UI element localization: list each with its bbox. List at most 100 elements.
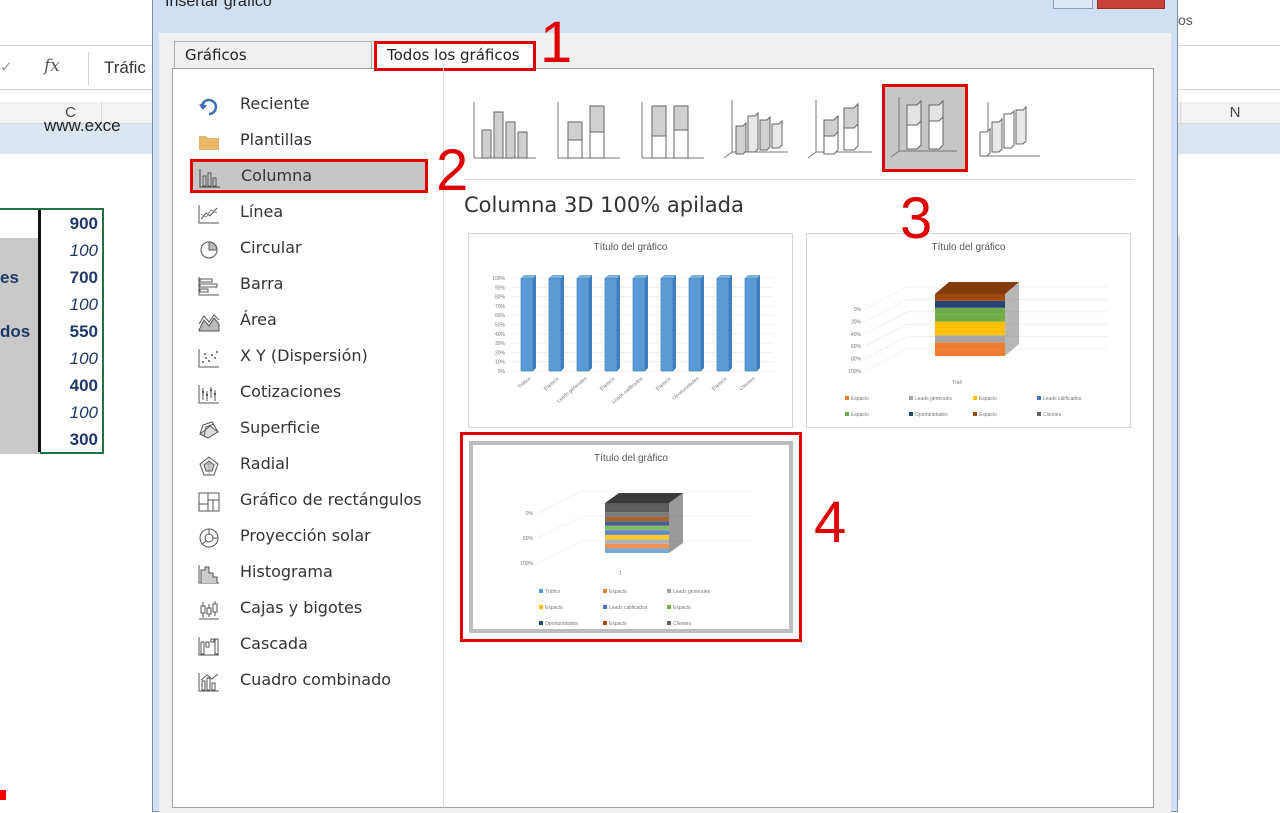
cell-value[interactable]: 550 [44,322,98,342]
histogram-chart-icon [198,565,219,584]
category-item-cascada[interactable]: Cascada [190,628,428,662]
3d-100-stacked-column-icon [890,97,957,158]
stack-segment [605,530,669,535]
legend-label: Oportunidades [915,412,948,418]
legend-label: Espacio [545,605,563,611]
legend-label: Espacio [979,412,997,418]
preview-chart-3[interactable]: Título del gráfico 100% 50% 0% 1 Tráfico Espa… [460,432,802,642]
bar [604,277,618,372]
cell-value[interactable]: 100 [44,241,98,261]
preview-chart-1[interactable]: Título del gráfico 100% 90% 80% 70% 60% 50% 40… [468,233,793,428]
legend-swatch [845,396,849,400]
category-item-barra[interactable]: Barra [190,268,428,302]
waterfall-chart-icon [198,637,219,656]
cell-value[interactable]: 400 [44,376,98,396]
stack-segment [935,307,1005,315]
bar-side [533,275,536,371]
category-item-plantillas[interactable]: Plantillas [190,124,428,158]
category-item-cajas-bigotes[interactable]: Cajas y bigotes [190,592,428,626]
category-label: Proyección solar [240,526,371,545]
tab-recommended-charts[interactable]: Gráficos recomendados [174,41,372,90]
stack-segment [605,507,669,513]
annotation-number: 1 [540,10,573,75]
x-tick-label: Espacio [599,376,617,392]
preview-3-frame: Título del gráfico 100% 50% 0% 1 Tráfico Espa… [469,441,793,633]
category-item-area[interactable]: Área [190,304,428,338]
legend-swatch [603,621,607,625]
box-whisker-chart-icon [199,601,219,620]
legend-swatch [603,605,607,609]
category-item-circular[interactable]: Circular [190,232,428,266]
bar [688,277,702,372]
stack-segment [935,335,1005,343]
y-tick-label: 0% [854,307,862,313]
legend-label: Espacio [609,589,627,595]
cell-value[interactable]: 100 [44,403,98,423]
x-tick-label: Espacio [655,376,673,392]
subtype-clustered-column[interactable] [470,96,542,166]
category-item-cotizaciones[interactable]: Cotizaciones [190,376,428,410]
sunburst-chart-icon [199,528,219,548]
category-item-linea[interactable]: Línea [190,196,428,230]
preview-3-plot: 100% 50% 0% 1 Tráfico Espacio Leads generales E… [520,490,751,627]
subtype-3d-column[interactable] [974,96,1046,166]
gridline [864,286,908,310]
bar [716,277,730,372]
subtype-3d-100-stacked-column[interactable] [882,84,968,172]
bar [744,277,758,372]
cell-value[interactable]: 100 [44,295,98,315]
category-label: Cascada [240,634,308,653]
radar-chart-icon [199,456,219,476]
100-stacked-column-icon [641,102,704,159]
category-item-histograma[interactable]: Histograma [190,556,428,590]
x-tick-label: Leads generales [556,376,589,405]
category-item-radial[interactable]: Radial [190,448,428,482]
legend-label: Leads generales [915,396,952,402]
subtype-3d-clustered-column[interactable] [722,96,794,166]
category-item-superficie[interactable]: Superficie [190,412,428,446]
annotation-number: 2 [436,138,469,203]
category-label: Circular [240,238,302,257]
category-label: Barra [240,274,284,293]
fx-icon[interactable]: fx [44,56,60,76]
y-tick-label: 50% [495,323,506,329]
column-header-n[interactable]: N [1180,102,1280,124]
category-item-rectangulos[interactable]: Gráfico de rectángulos [190,484,428,518]
row-label: es [0,268,19,287]
category-item-reciente[interactable]: Reciente [190,88,428,122]
cell-value[interactable]: 100 [44,349,98,369]
category-item-proyeccion-solar[interactable]: Proyección solar [190,520,428,554]
stack-segment [605,548,669,553]
bar-side [673,275,676,371]
close-button[interactable] [1097,0,1165,9]
legend-label: Oportunidades [545,621,578,627]
y-tick-label: 20% [495,350,506,356]
help-button[interactable] [1053,0,1093,9]
category-item-cuadro-combinado[interactable]: Cuadro combinado [190,664,428,698]
category-item-columna[interactable]: Columna [190,159,428,193]
stack-segment [935,321,1005,329]
subtype-stacked-column[interactable] [554,96,626,166]
stack-segment [935,349,1005,356]
row-label: dos [0,322,31,341]
formula-text[interactable]: Tráfic [104,58,146,78]
cell-value[interactable]: 900 [44,214,98,234]
legend-label: Espacio [673,605,691,611]
tab-all-charts[interactable]: Todos los gráficos [374,41,536,71]
category-item-xy-dispersion[interactable]: X Y (Dispersión) [190,340,428,374]
check-icon: ✓ [0,58,13,76]
bar-chart-icon [198,277,219,296]
preview-chart-2[interactable]: Título del gráfico 100% 80% 60% 40% 20% 0% Trá… [806,233,1131,428]
bar-side [701,275,704,371]
block-side [669,493,683,553]
category-label: Reciente [240,94,310,113]
subtype-3d-stacked-column[interactable] [806,96,878,166]
cell-value[interactable]: 300 [44,430,98,450]
x-tick-label: 1 [619,571,622,577]
bar-side [729,275,732,371]
cell-value[interactable]: 700 [44,268,98,288]
bar-side [589,275,592,371]
y-tick-label: 40% [851,332,862,338]
subtype-100-stacked-column[interactable] [638,96,710,166]
preview-2-plot: 100% 80% 60% 40% 20% 0% Tráfi Espacio Leads gene… [845,282,1107,418]
